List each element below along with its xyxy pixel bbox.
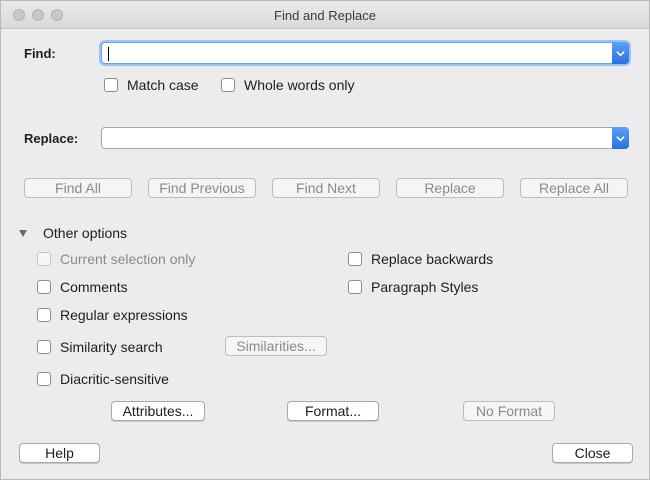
- close-button[interactable]: Close: [552, 443, 633, 463]
- similarity-search-checkbox[interactable]: [37, 340, 51, 354]
- paragraph-styles-option[interactable]: Paragraph Styles: [348, 279, 478, 295]
- replace-button[interactable]: Replace: [396, 178, 504, 198]
- replace-input[interactable]: [101, 127, 629, 149]
- chevron-down-icon: [616, 50, 625, 56]
- whole-words-option[interactable]: Whole words only: [221, 77, 355, 93]
- current-selection-label: Current selection only: [60, 251, 196, 267]
- paragraph-styles-label: Paragraph Styles: [371, 279, 479, 295]
- similarity-search-option[interactable]: Similarity search: [37, 339, 163, 355]
- find-all-button[interactable]: Find All: [24, 178, 132, 198]
- replace-all-button[interactable]: Replace All: [520, 178, 628, 198]
- comments-label: Comments: [60, 279, 128, 295]
- window-title: Find and Replace: [274, 8, 376, 23]
- chevron-down-icon: [616, 135, 625, 141]
- regular-expressions-option[interactable]: Regular expressions: [37, 307, 188, 323]
- paragraph-styles-checkbox[interactable]: [348, 280, 362, 294]
- find-next-button[interactable]: Find Next: [272, 178, 380, 198]
- diacritic-sensitive-option[interactable]: Diacritic-sensitive: [37, 371, 169, 387]
- replace-backwards-option[interactable]: Replace backwards: [348, 251, 493, 267]
- comments-checkbox[interactable]: [37, 280, 51, 294]
- match-case-option[interactable]: Match case: [104, 77, 199, 93]
- similarity-search-label: Similarity search: [60, 339, 163, 355]
- match-case-checkbox[interactable]: [104, 78, 118, 92]
- other-options-label: Other options: [43, 225, 128, 241]
- find-label: Find:: [24, 46, 56, 61]
- replace-backwards-checkbox[interactable]: [348, 252, 362, 266]
- replace-label: Replace:: [24, 131, 79, 146]
- whole-words-label: Whole words only: [244, 77, 355, 93]
- title-bar: Find and Replace: [1, 1, 649, 29]
- replace-dropdown-button[interactable]: [612, 127, 629, 149]
- similarities-button[interactable]: Similarities...: [225, 336, 327, 356]
- format-button[interactable]: Format...: [287, 401, 379, 421]
- current-selection-option[interactable]: Current selection only: [37, 251, 195, 267]
- current-selection-checkbox[interactable]: [37, 252, 51, 266]
- replace-backwards-label: Replace backwards: [371, 251, 494, 267]
- find-input[interactable]: [101, 42, 629, 64]
- whole-words-checkbox[interactable]: [221, 78, 235, 92]
- text-caret: [108, 47, 109, 61]
- attributes-button[interactable]: Attributes...: [111, 401, 205, 421]
- find-previous-button[interactable]: Find Previous: [148, 178, 256, 198]
- no-format-button[interactable]: No Format: [463, 401, 555, 421]
- regular-expressions-label: Regular expressions: [60, 307, 188, 323]
- help-button[interactable]: Help: [19, 443, 100, 463]
- match-case-label: Match case: [127, 77, 199, 93]
- other-options-expander[interactable]: Other options: [19, 225, 127, 241]
- disclosure-triangle-icon: [19, 229, 27, 237]
- regular-expressions-checkbox[interactable]: [37, 308, 51, 322]
- diacritic-sensitive-label: Diacritic-sensitive: [60, 371, 169, 387]
- comments-option[interactable]: Comments: [37, 279, 128, 295]
- find-dropdown-button[interactable]: [612, 42, 629, 64]
- find-replace-dialog: Find and Replace Find: Match case Whole …: [0, 0, 650, 480]
- diacritic-sensitive-checkbox[interactable]: [37, 372, 51, 386]
